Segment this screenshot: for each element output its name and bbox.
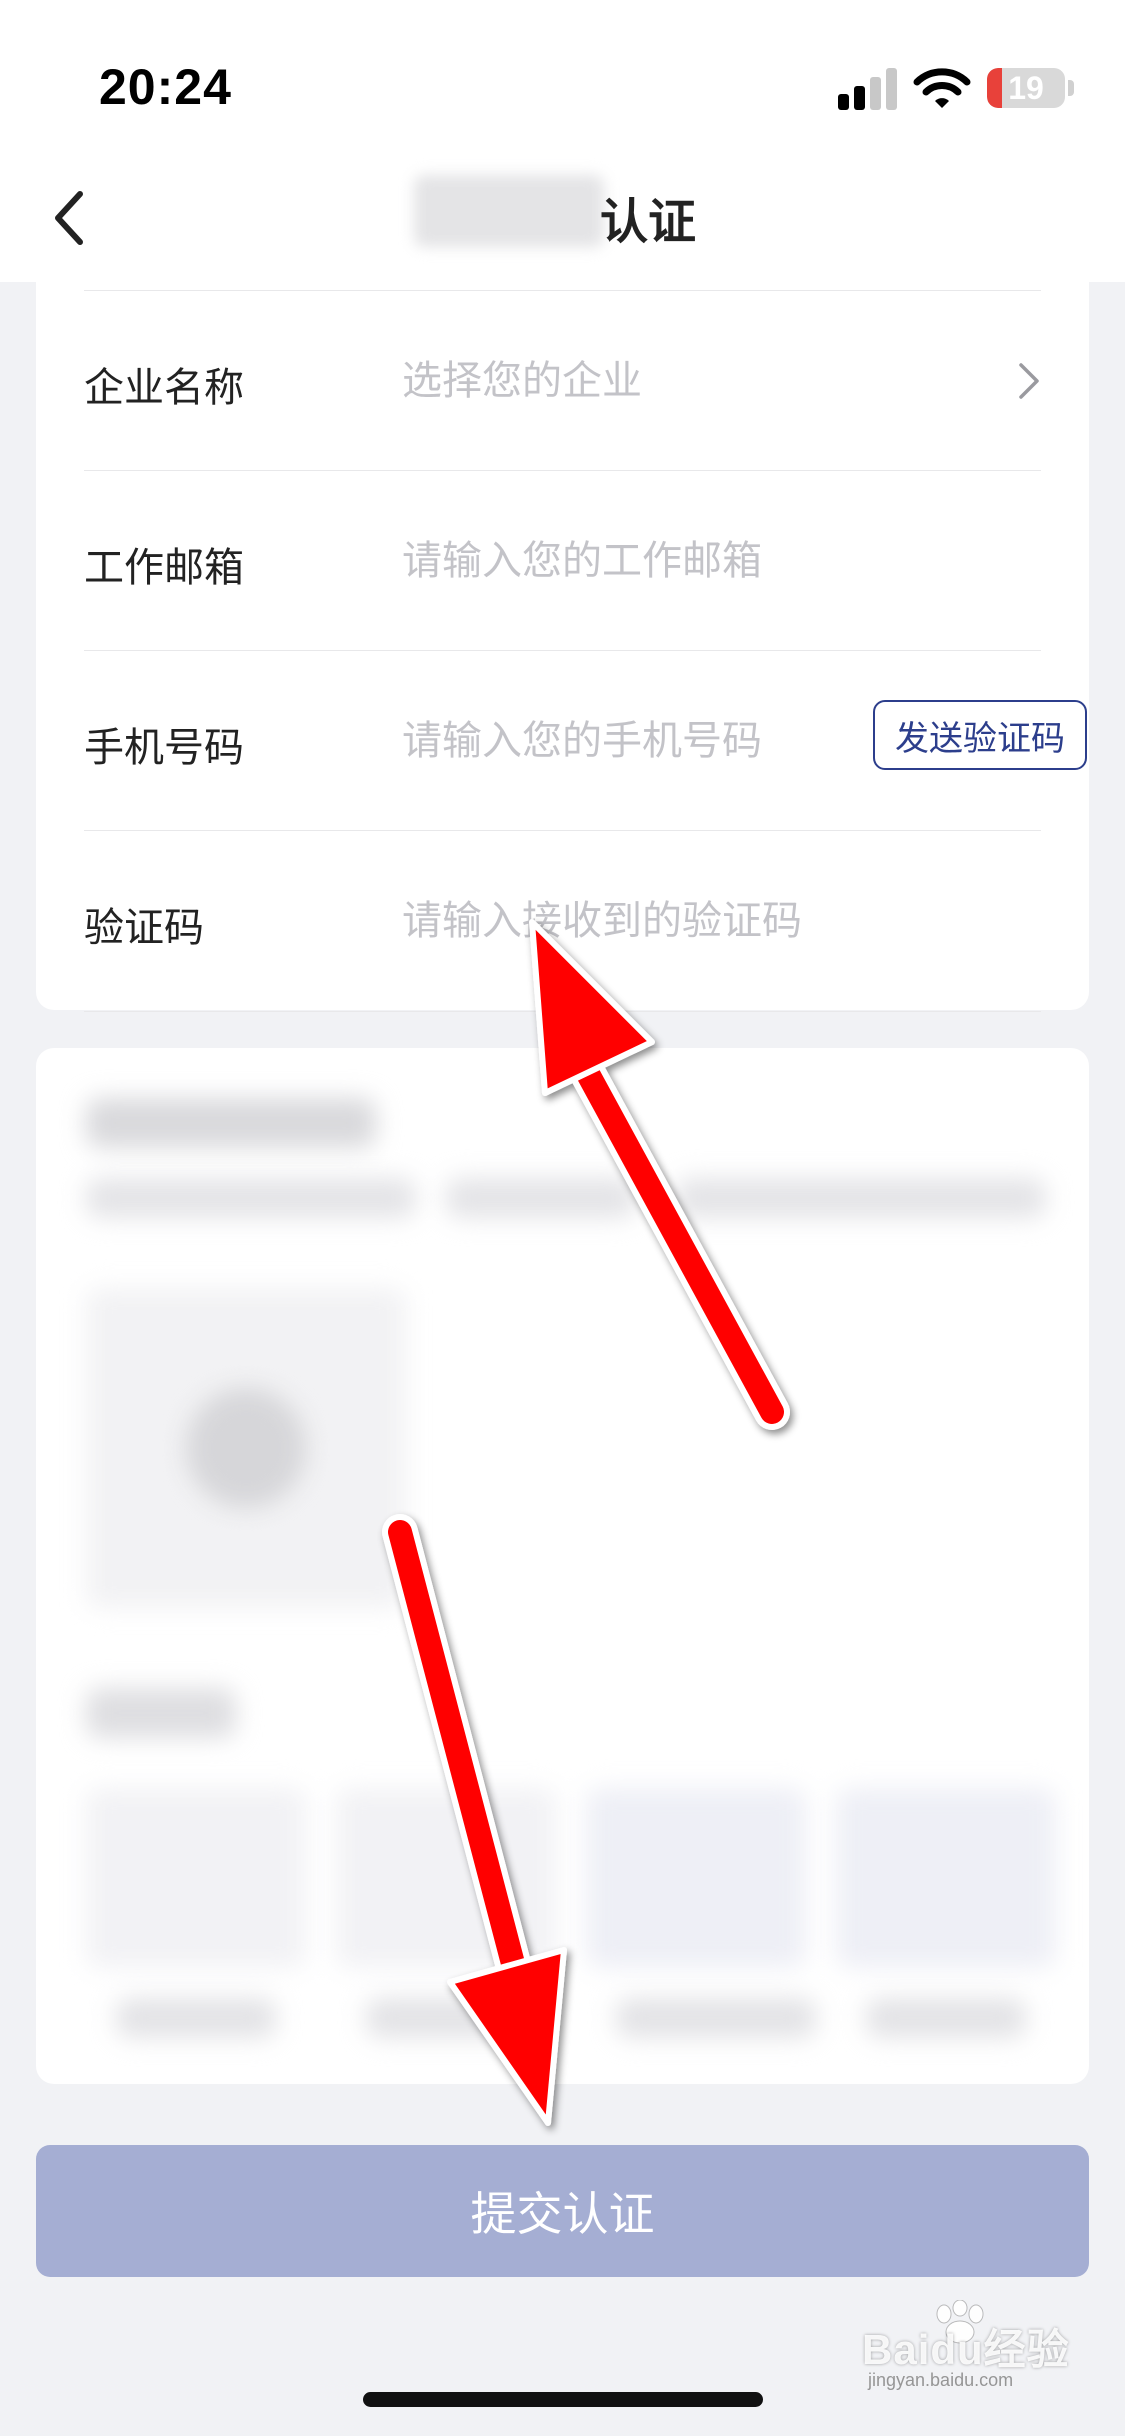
status-bar: 20:24 19 [0,0,1125,150]
form-row-phone: 手机号码 发送验证码 [84,650,1087,831]
battery-cap [1068,80,1074,96]
company-select[interactable] [402,351,832,411]
baidu-watermark: Baidu经验 jingyan.baidu.com [862,2300,1092,2390]
redacted-caption [366,1998,526,2038]
page-title: 认证 [600,194,697,250]
watermark-text: Baidu经验 [862,2326,1070,2373]
home-indicator[interactable] [363,2392,763,2407]
form-row-company[interactable]: 企业名称 [84,290,1041,471]
chevron-left-icon[interactable] [48,188,92,248]
phone-field[interactable] [402,711,832,771]
nav-title-redacted [414,175,604,247]
battery-icon: 19 [987,68,1065,108]
redacted-heading [86,1098,376,1148]
redacted-sample [336,1788,556,1968]
redacted-sample [836,1788,1056,1968]
send-code-button[interactable]: 发送验证码 [873,700,1087,770]
company-label: 企业名称 [84,365,244,411]
chevron-right-icon [1019,363,1039,399]
redacted-sample [586,1788,806,1968]
redacted-text [676,1178,1046,1218]
redacted-caption [116,1998,276,2038]
form-row-email: 工作邮箱 [84,470,1041,651]
signal-icon [838,66,898,110]
status-time: 20:24 [99,59,232,115]
redacted-upload-section [36,1048,1089,2084]
battery-percent: 19 [1008,70,1044,106]
nav-bar: 认证 [0,150,1125,282]
redacted-text [86,1178,416,1218]
form-row-code: 验证码 [84,830,1041,1012]
redacted-caption [866,1998,1026,2038]
redacted-subheading [86,1688,236,1738]
redacted-caption [616,1998,816,2038]
watermark-url: jingyan.baidu.com [868,2370,1014,2390]
submit-certification-button[interactable]: 提交认证 [36,2145,1089,2277]
redacted-text [446,1178,636,1218]
verification-code-field[interactable] [402,891,832,951]
wifi-icon [913,68,971,108]
email-label: 工作邮箱 [84,545,244,591]
redacted-upload-icon [186,1388,306,1508]
redacted-sample [86,1788,306,1968]
code-label: 验证码 [84,905,204,951]
email-field[interactable] [402,531,832,591]
certification-form: 企业名称 工作邮箱 手机号码 发送验证码 验证码 [36,282,1089,1012]
phone-label: 手机号码 [84,725,244,771]
